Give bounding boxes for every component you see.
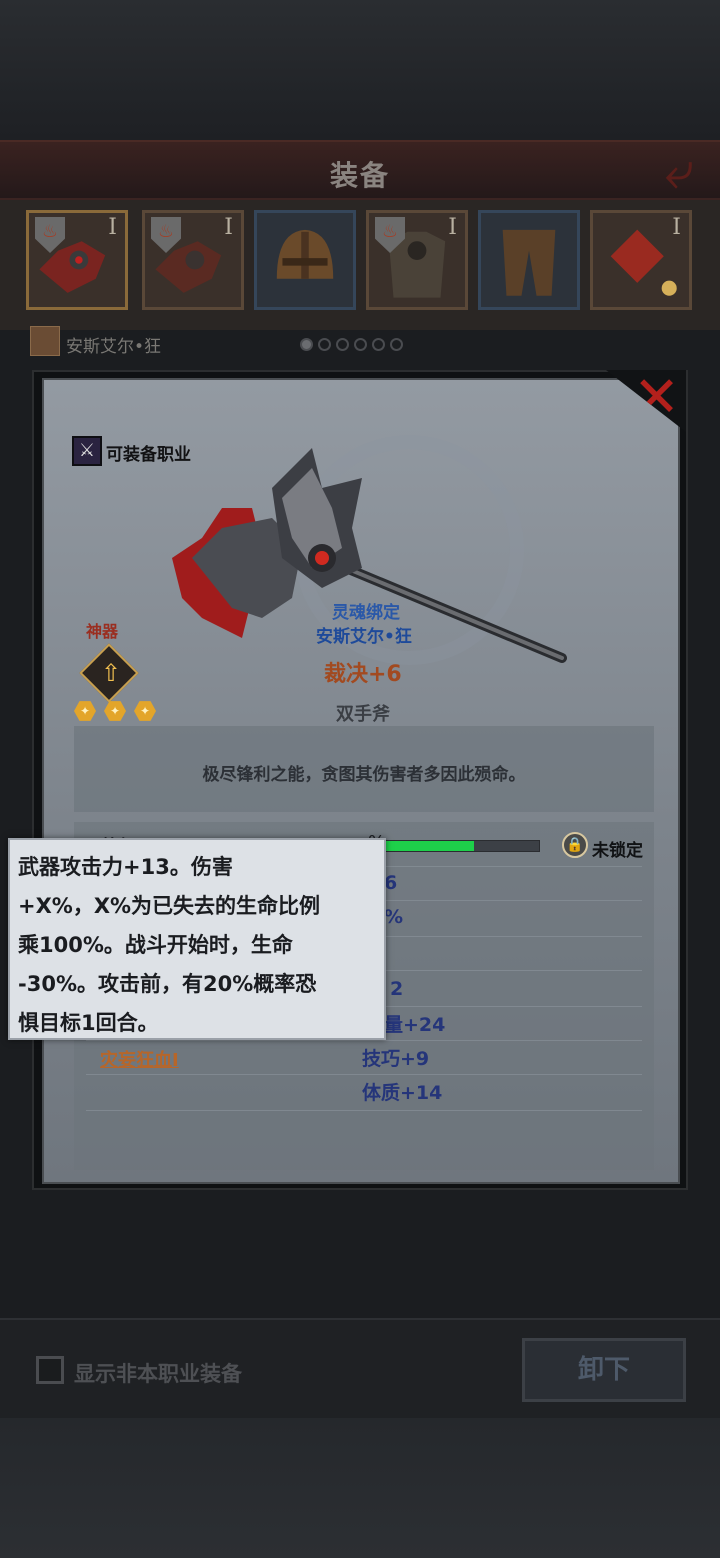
- star-rank-icon: ✦: [134, 701, 156, 721]
- equipment-slot-accessory[interactable]: I: [590, 210, 692, 310]
- show-other-class-label[interactable]: 显示非本职业装备: [74, 1358, 242, 1388]
- stat-value: 2: [390, 978, 404, 1000]
- soulbound-label: 灵魂绑定: [332, 603, 400, 623]
- divider: [86, 1074, 642, 1075]
- item-detail-card: ⚔ 可装备职业 神器 ⇧ ✦ ✦ ✦ 灵魂绑定 安斯艾尔•狂 裁决+6 双手斧 …: [42, 378, 680, 1184]
- tooltip-line: +X%，X%为已失去的生命比例: [18, 894, 321, 918]
- header-bar: 装备 ⤶: [0, 140, 720, 200]
- artifact-upgrade-icon[interactable]: ⇧: [96, 656, 126, 690]
- lock-icon[interactable]: 🔒: [562, 832, 588, 858]
- divider: [86, 1110, 642, 1111]
- item-skill-link[interactable]: 灾妄狂血I: [100, 1046, 179, 1072]
- page-dot[interactable]: [336, 338, 349, 351]
- star-rank-icon: ✦: [74, 701, 96, 721]
- artifact-label: 神器: [86, 622, 119, 641]
- soulbound-owner: 安斯艾尔•狂: [316, 627, 412, 647]
- slot-tier: I: [224, 215, 233, 240]
- tooltip-line: 惧目标1回合。: [18, 1011, 159, 1035]
- unequip-button[interactable]: 卸下: [522, 1338, 686, 1402]
- equipment-slot-helmet[interactable]: [254, 210, 356, 310]
- back-arrow-icon[interactable]: ⤶: [648, 145, 710, 197]
- background-bottom: [0, 1418, 720, 1558]
- bottom-bar: 显示非本职业装备 卸下: [0, 1318, 720, 1418]
- item-type: 双手斧: [336, 704, 390, 725]
- equipment-slot-weapon[interactable]: ♨ I: [26, 210, 128, 310]
- page-dot[interactable]: [354, 338, 367, 351]
- page-dot[interactable]: [300, 338, 313, 351]
- equipment-slot-pants[interactable]: [478, 210, 580, 310]
- page-dot[interactable]: [372, 338, 385, 351]
- slot-tier: I: [672, 215, 681, 240]
- tooltip-line: 乘100%。战斗开始时，生命: [18, 933, 293, 957]
- page-title: 装备: [329, 159, 390, 192]
- item-description: 极尽锋利之能，贪图其伤害者多因此殒命。: [202, 765, 526, 785]
- pants-icon: [502, 229, 556, 296]
- stat-value: 技巧+9: [362, 1048, 430, 1070]
- character-row: 安斯艾尔•狂: [24, 326, 704, 358]
- skill-tooltip: 武器攻击力+13。伤害 +X%，X%为已失去的生命比例 乘100%。战斗开始时，…: [8, 838, 386, 1040]
- equipment-slot-armor[interactable]: ♨ I: [366, 210, 468, 310]
- background-top: [0, 0, 720, 140]
- tooltip-line: 武器攻击力+13。伤害: [18, 855, 233, 879]
- show-other-class-checkbox[interactable]: [36, 1356, 64, 1384]
- page-indicator: [300, 336, 408, 355]
- helmet-icon: [276, 229, 334, 279]
- tooltip-line: -30%。攻击前，有20%概率恐: [18, 972, 317, 996]
- avatar[interactable]: [30, 326, 60, 356]
- class-icon[interactable]: ⚔: [72, 436, 102, 466]
- character-name: 安斯艾尔•狂: [66, 337, 162, 357]
- slot-tier: I: [108, 215, 117, 240]
- page-dot[interactable]: [318, 338, 331, 351]
- lock-status[interactable]: 未锁定: [592, 836, 643, 861]
- stat-value: %: [384, 906, 404, 928]
- item-detail-panel: ⚔ 可装备职业 神器 ⇧ ✦ ✦ ✦ 灵魂绑定 安斯艾尔•狂 裁决+6 双手斧 …: [32, 370, 688, 1190]
- item-name: 裁决+6: [324, 662, 402, 687]
- slot-tier: I: [448, 215, 457, 240]
- equipment-slot-row: ♨ I ♨ I ♨ I I: [0, 200, 720, 330]
- equipment-slot-weapon-2[interactable]: ♨ I: [142, 210, 244, 310]
- page-dot[interactable]: [390, 338, 403, 351]
- stat-value: 量+24: [384, 1014, 446, 1036]
- stat-value: 体质+14: [362, 1082, 443, 1104]
- star-rank-icon: ✦: [104, 701, 126, 721]
- description-box: 极尽锋利之能，贪图其伤害者多因此殒命。: [74, 726, 654, 812]
